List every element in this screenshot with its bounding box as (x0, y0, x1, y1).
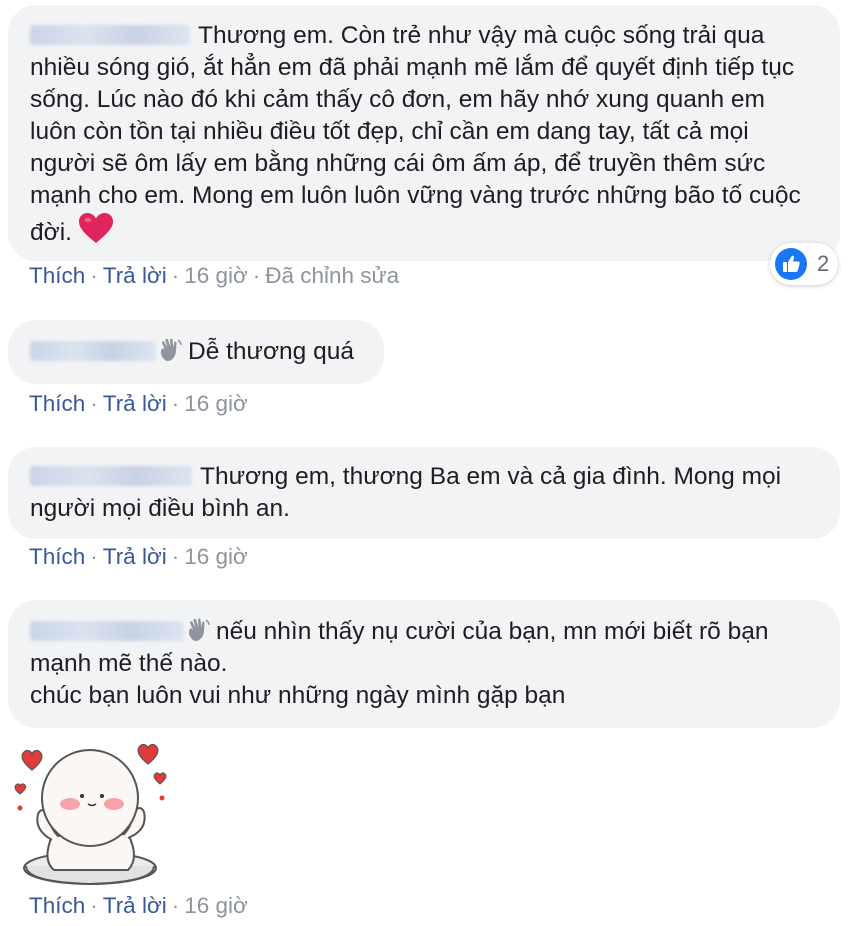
thumbs-up-icon (775, 248, 807, 280)
reaction-count: 2 (817, 251, 830, 276)
waving-hand-icon (188, 618, 210, 641)
comment-text: Dễ thương quá (188, 338, 354, 365)
commenter-name-blurred[interactable] (30, 341, 156, 361)
comment-bubble: nếu nhìn thấy nụ cười của bạn, mn mới bi… (8, 600, 840, 728)
reply-link[interactable]: Trả lời (103, 263, 167, 288)
comment-time[interactable]: 16 giờ (184, 263, 248, 288)
like-link[interactable]: Thích (29, 893, 85, 918)
comment-bubble: Dễ thương quá (8, 320, 384, 384)
reply-link[interactable]: Trả lời (103, 391, 167, 416)
blushing-character-sticker-icon (14, 743, 167, 886)
comment-time[interactable]: 16 giờ (184, 893, 248, 918)
comment-time[interactable]: 16 giờ (184, 391, 248, 416)
reply-link[interactable]: Trả lời (103, 893, 167, 918)
waving-hand-icon (160, 338, 182, 361)
comment-actions: Thích · Trả lời · 16 giờ (29, 544, 248, 569)
commenter-name-blurred[interactable] (30, 466, 192, 486)
comment-actions: Thích · Trả lời · 16 giờ · Đã chỉnh sửa (29, 263, 400, 288)
comment-time[interactable]: 16 giờ (184, 544, 248, 569)
commenter-name-blurred[interactable] (30, 25, 190, 45)
comment-bubble: Thương em, thương Ba em và cả gia đình. … (8, 447, 840, 539)
comment-text: Thương em. Còn trẻ như vậy mà cuộc sống … (30, 22, 801, 246)
comment-bubble: Thương em. Còn trẻ như vậy mà cuộc sống … (8, 5, 840, 261)
like-link[interactable]: Thích (29, 263, 85, 288)
comment-2: Dễ thương quá (8, 320, 384, 384)
edited-label[interactable]: Đã chỉnh sửa (265, 263, 399, 288)
heart-icon (78, 213, 113, 243)
comment-1: Thương em. Còn trẻ như vậy mà cuộc sống … (8, 5, 840, 261)
reaction-badge[interactable]: 2 (770, 243, 838, 285)
comment-text-line2: chúc bạn luôn vui như những ngày mình gặ… (30, 682, 566, 709)
reply-link[interactable]: Trả lời (103, 544, 167, 569)
comment-actions: Thích · Trả lời · 16 giờ (29, 893, 248, 918)
sticker-image[interactable] (12, 740, 172, 895)
comment-4: nếu nhìn thấy nụ cười của bạn, mn mới bi… (8, 600, 840, 728)
like-link[interactable]: Thích (29, 391, 85, 416)
like-link[interactable]: Thích (29, 544, 85, 569)
commenter-name-blurred[interactable] (30, 621, 184, 641)
comment-3: Thương em, thương Ba em và cả gia đình. … (8, 447, 840, 539)
comment-actions: Thích · Trả lời · 16 giờ (29, 391, 248, 416)
